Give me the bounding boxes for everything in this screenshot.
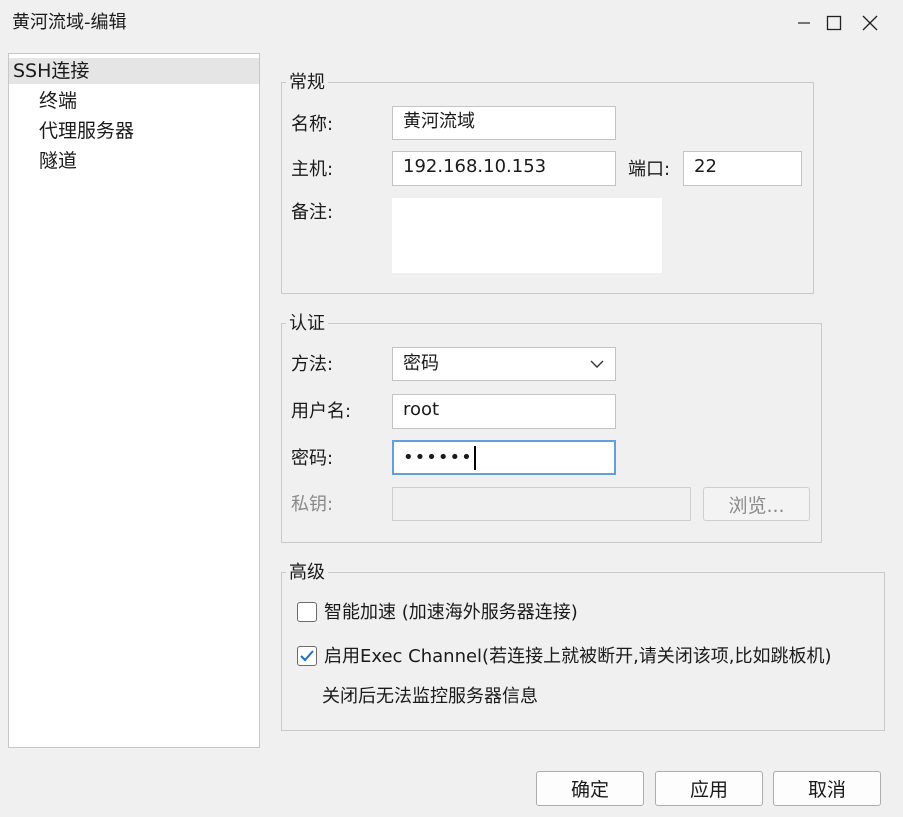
note-label: 备注: — [291, 202, 334, 223]
name-label: 名称: — [291, 114, 334, 135]
username-label: 用户名: — [291, 401, 352, 422]
window-title: 黄河流域-编辑 — [12, 12, 127, 33]
close-icon — [862, 15, 878, 31]
method-select-value: 密码 — [403, 353, 439, 374]
advanced-group-title: 高级 — [286, 562, 328, 584]
method-select[interactable]: 密码 — [392, 347, 616, 381]
auth-group-title: 认证 — [286, 313, 328, 335]
tree-item-ssh[interactable]: SSH连接 — [9, 58, 259, 84]
private-key-input[interactable] — [392, 487, 691, 521]
exec-channel-label[interactable]: 启用Exec Channel(若连接上就被断开,请关闭该项,比如跳板机) — [324, 646, 832, 668]
exec-channel-checkbox[interactable] — [297, 646, 317, 666]
tree-item-terminal[interactable]: 终端 — [39, 88, 77, 114]
settings-tree: SSH连接 终端 代理服务器 隧道 — [8, 53, 260, 748]
apply-button[interactable]: 应用 — [655, 771, 763, 806]
checkmark-icon — [300, 650, 314, 662]
password-dots: •••••• — [403, 447, 473, 468]
private-key-label: 私钥: — [291, 494, 334, 515]
smart-accel-checkbox[interactable] — [297, 602, 317, 622]
ok-button[interactable]: 确定 — [536, 771, 644, 806]
password-label: 密码: — [291, 448, 334, 469]
name-input[interactable]: 黄河流域 — [392, 106, 616, 140]
password-input[interactable]: •••••• — [392, 440, 616, 475]
close-button[interactable] — [840, 0, 900, 46]
smart-accel-label[interactable]: 智能加速 (加速海外服务器连接) — [324, 602, 578, 624]
browse-button[interactable]: 浏览... — [703, 487, 810, 521]
text-caret — [473, 446, 476, 470]
host-label: 主机: — [291, 159, 334, 180]
tree-item-proxy[interactable]: 代理服务器 — [39, 118, 134, 144]
method-label: 方法: — [291, 354, 334, 375]
note-textarea[interactable] — [392, 198, 662, 273]
host-input[interactable]: 192.168.10.153 — [392, 151, 616, 186]
port-label: 端口: — [628, 159, 671, 180]
chevron-down-icon — [590, 360, 604, 368]
username-input[interactable]: root — [392, 394, 616, 429]
cancel-button[interactable]: 取消 — [773, 771, 881, 806]
exec-channel-note: 关闭后无法监控服务器信息 — [322, 686, 538, 707]
title-bar: 黄河流域-编辑 — [0, 0, 903, 46]
port-input[interactable]: 22 — [683, 151, 802, 186]
general-group-title: 常规 — [286, 72, 328, 94]
tree-item-tunnel[interactable]: 隧道 — [39, 148, 77, 174]
